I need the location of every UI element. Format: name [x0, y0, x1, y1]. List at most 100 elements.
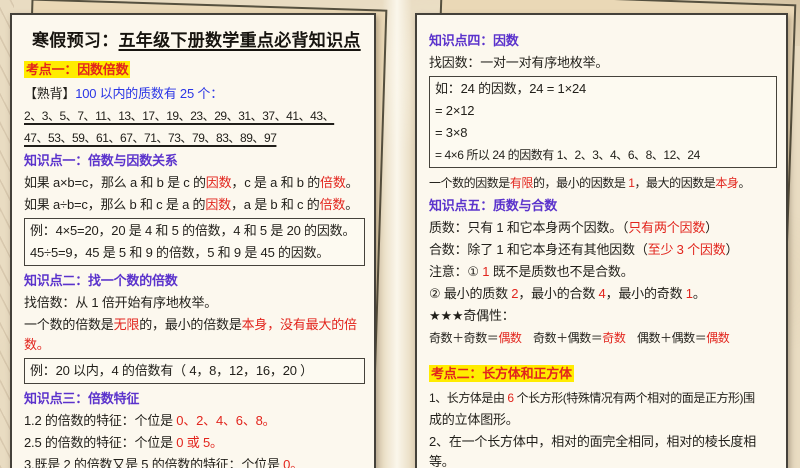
text-line: 质数：只有 1 和它本身两个因数。（只有两个因数） [429, 218, 777, 238]
text-segment: 0 或 5。 [176, 435, 223, 450]
right-page-content: 知识点四：因数找因数：一对一对有序地枚举。如：24 的因数，24 = 1×24 =… [417, 15, 786, 468]
text-segment: ，最小的合数 [518, 286, 599, 301]
text-line: 2、在一个长方体中，相对的面完全相同，相对的棱长度相等。 [429, 432, 777, 468]
background-light-band [382, 0, 412, 468]
text-segment: ② 最小的质数 [429, 286, 512, 301]
text-segment: 1 [685, 286, 693, 301]
text-segment: 因数 [205, 175, 232, 190]
text-segment: 如果 a×b=c，那么 a 和 b 是 c 的 [24, 175, 206, 190]
text-line: ★★★奇偶性： [429, 306, 777, 326]
text-line: 1.2 的倍数的特征：个位是 0、2、4、6、8。 [24, 411, 365, 431]
text-segment: ，最大的因数是 [634, 176, 716, 190]
example-line: = 3×8 [435, 122, 771, 144]
text-line: 3.既是 2 的倍数又是 5 的倍数的特征：个位是 0。 [24, 455, 365, 468]
text-segment: 找倍数：从 1 倍开始有序地枚举。 [24, 295, 218, 310]
text-segment: 1.2 的倍数的特征：个位是 [24, 413, 177, 428]
text-segment: 0、2、4、6、8。 [176, 413, 276, 428]
text-segment: 1、长方体是由 [429, 391, 508, 405]
example-line: 如：24 的因数，24 = 1×24 [435, 78, 771, 100]
text-segment: 45÷5=9，45 是 5 和 9 的倍数，5 和 9 是 45 的因数。 [30, 245, 330, 260]
text-segment: 倍数 [319, 197, 346, 212]
knowledge-point-heading: 知识点四：因数 [429, 31, 777, 51]
text-segment: 奇数 [602, 331, 626, 345]
text-segment: 。 [345, 175, 359, 190]
page-title: 寒假预习：五年级下册数学重点必背知识点 [32, 31, 365, 51]
text-line: 找倍数：从 1 倍开始有序地枚举。 [24, 293, 365, 313]
text-segment: 奇数＋奇数＝ [429, 331, 499, 345]
text-segment: 倍数 [320, 175, 346, 190]
text-line: 注意：① 1 既不是质数也不是合数。 [429, 262, 777, 282]
text-segment: 的，最小的因数是 [532, 176, 629, 190]
section-highlight: 考点一：因数倍数 [24, 60, 365, 80]
example-line: = 2×12 [435, 100, 771, 122]
text-line: 2、3、5、7、11、13、17、19、23、29、31、37、41、43、 [24, 106, 365, 126]
text-segment: 因数 [205, 197, 231, 212]
example-box: 如：24 的因数，24 = 1×24 = 2×12 = 3×8 = 4×6 所以 24… [429, 76, 777, 168]
text-segment: 无限 [113, 317, 140, 332]
text-line: ② 最小的质数 2，最小的合数 4，最小的奇数 1。 [429, 284, 777, 304]
left-page-content: 寒假预习：五年级下册数学重点必背知识点考点一：因数倍数【熟背】100 以内的质数… [12, 15, 374, 468]
text-segment: 偶数 [498, 331, 522, 345]
text-segment: 知识点三：倍数特征 [24, 391, 140, 406]
text-segment: 2.5 的倍数的特征：个位是 [24, 435, 177, 450]
text-line: 奇数＋奇数＝偶数 奇数＋偶数＝奇数 偶数＋偶数＝偶数 [429, 328, 777, 348]
knowledge-point-heading: 知识点三：倍数特征 [24, 389, 365, 409]
text-segment: ） [725, 242, 739, 257]
text-line: 成的立体图形。 [429, 410, 777, 430]
example-line: 例：4×5=20，20 是 4 和 5 的倍数，4 和 5 是 20 的因数。 [30, 220, 359, 242]
text-segment: 本身 [715, 176, 739, 190]
text-segment: 的，最小的倍数是 [139, 317, 242, 332]
example-line: 45÷5=9，45 是 5 和 9 的倍数，5 和 9 是 45 的因数。 [30, 242, 359, 264]
text-segment: 4 [598, 286, 606, 301]
text-segment: 偶数＋偶数＝ [625, 331, 707, 345]
text-segment: 寒假预习： [32, 31, 119, 50]
example-box: 例：4×5=20，20 是 4 和 5 的倍数，4 和 5 是 20 的因数。 4… [24, 218, 365, 266]
text-line: 一个数的倍数是无限的，最小的倍数是本身，没有最大的倍数。 [24, 315, 365, 355]
text-line: 47、53、59、61、67、71、73、79、83、89、97 [24, 128, 365, 148]
text-segment: = 4×6 所以 24 的因数有 1、2、3、4、6、8、12、24 [435, 148, 700, 162]
text-segment: ，c 是 a 和 b 的 [231, 175, 321, 190]
text-segment: 知识点一：倍数与因数关系 [24, 153, 178, 168]
text-segment: 知识点二：找一个数的倍数 [24, 273, 178, 288]
text-segment: 找因数：一对一对有序地枚举。 [429, 55, 609, 70]
text-segment: 如果 a÷b=c，那么 b 和 c 是 a 的 [24, 197, 206, 212]
text-segment: ★★★奇偶性： [429, 308, 515, 323]
text-segment: 3.既是 2 的倍数又是 5 的倍数的特征：个位是 [24, 457, 284, 468]
text-line: 一个数的因数是有限的，最小的因数是 1，最大的因数是本身。 [429, 173, 777, 193]
knowledge-point-heading: 知识点一：倍数与因数关系 [24, 151, 365, 171]
text-segment: 考点二：长方体和正方体 [429, 365, 574, 382]
example-box: 例：20 以内，4 的倍数有（ 4，8，12，16，20 ） [24, 358, 365, 384]
text-segment: 一个数的因数是 [429, 176, 510, 190]
text-segment: 考点一：因数倍数 [24, 61, 131, 78]
left-page: 寒假预习：五年级下册数学重点必背知识点考点一：因数倍数【熟背】100 以内的质数… [10, 13, 376, 468]
text-segment: ，最小的奇数 [605, 286, 686, 301]
text-line: 1、长方体是由 6 个长方形(特殊情况有两个相对的面是正方形)围 [429, 388, 777, 408]
text-segment: 偶数 [706, 331, 730, 345]
section-highlight: 考点二：长方体和正方体 [429, 364, 777, 384]
knowledge-point-heading: 知识点五：质数与合数 [429, 196, 777, 216]
text-segment: 2、在一个长方体中，相对的面完全相同，相对的棱长度相等。 [429, 434, 757, 468]
text-segment: 只有两个因数 [628, 220, 706, 235]
text-segment: 既不是质数也不是合数。 [489, 264, 634, 279]
text-segment: 例：20 以内，4 的倍数有（ 4，8，12，16，20 ） [30, 363, 313, 378]
text-segment: = 3×8 [435, 125, 468, 140]
text-segment: 【熟背】 [24, 86, 76, 101]
text-segment: 。 [345, 197, 358, 212]
text-segment: 2、3、5、7、11、13、17、19、23、29、31、37、41、43、 [24, 109, 335, 123]
text-segment: 0。 [283, 457, 304, 468]
text-line: 【熟背】100 以内的质数有 25 个： [24, 84, 365, 104]
text-segment: 至少 3 个因数 [647, 242, 726, 257]
text-segment: 个长方形(特殊情况有两个相对的面是正方形)围 [513, 391, 756, 405]
text-segment: 知识点五：质数与合数 [429, 198, 558, 213]
text-segment: 注意：① [429, 264, 483, 279]
example-line: = 4×6 所以 24 的因数有 1、2、3、4、6、8、12、24 [435, 144, 771, 166]
text-segment: 五年级下册数学重点必背知识点 [118, 31, 361, 50]
right-page: 知识点四：因数找因数：一对一对有序地枚举。如：24 的因数，24 = 1×24 =… [415, 13, 788, 468]
text-line: 2.5 的倍数的特征：个位是 0 或 5。 [24, 433, 365, 453]
text-segment: 奇数＋偶数＝ [521, 331, 603, 345]
notes-photo-background: 寒假预习：五年级下册数学重点必背知识点考点一：因数倍数【熟背】100 以内的质数… [0, 0, 800, 468]
text-segment: = 2×12 [435, 103, 475, 118]
text-segment: ，a 是 b 和 c 的 [230, 197, 320, 212]
example-line: 例：20 以内，4 的倍数有（ 4，8，12，16，20 ） [30, 360, 359, 382]
